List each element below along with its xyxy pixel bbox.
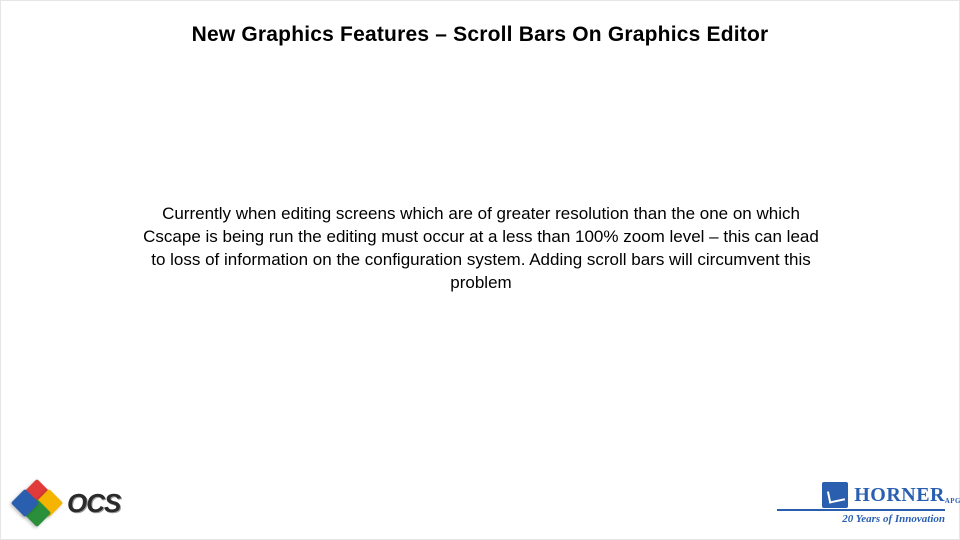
horner-divider xyxy=(777,509,945,511)
ocs-logo-text: OCS xyxy=(67,488,120,519)
ocs-logo: OCS xyxy=(15,481,120,525)
horner-apg-text: APG xyxy=(945,497,960,505)
horner-logo: HORNER APG 20 Years of Innovation xyxy=(777,482,945,525)
ocs-mark-icon xyxy=(15,481,61,525)
horner-tagline: 20 Years of Innovation xyxy=(842,513,945,525)
horner-logo-name: HORNER APG xyxy=(854,484,945,507)
horner-mark-icon xyxy=(822,482,848,508)
slide-body-text: Currently when editing screens which are… xyxy=(136,203,826,295)
horner-name-text: HORNER xyxy=(854,484,945,506)
slide-title: New Graphics Features – Scroll Bars On G… xyxy=(1,23,959,47)
horner-logo-row: HORNER APG xyxy=(822,482,945,508)
slide: New Graphics Features – Scroll Bars On G… xyxy=(0,0,960,540)
